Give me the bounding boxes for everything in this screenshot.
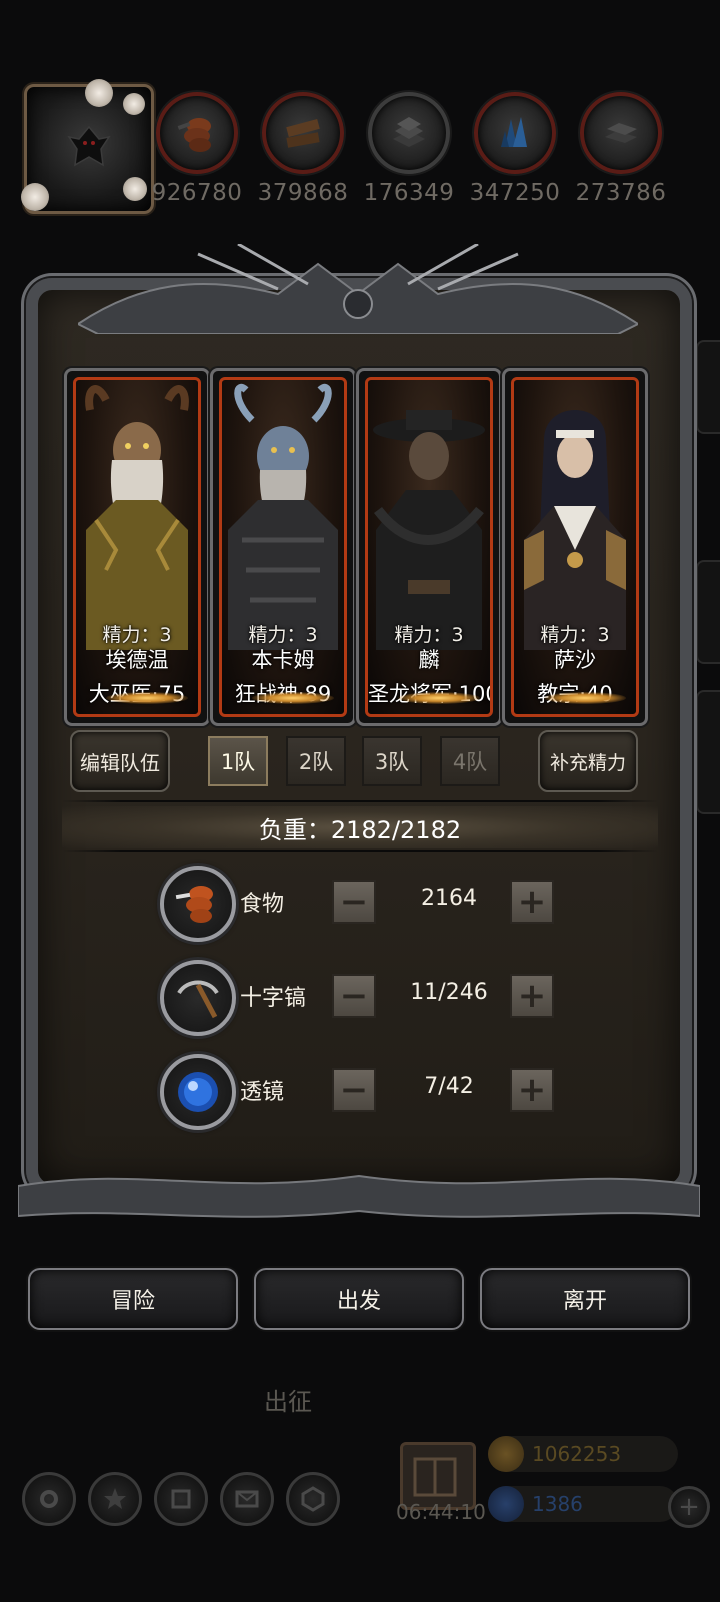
tab-team-1[interactable]: 1队 [208, 736, 268, 786]
horned-warrior-portrait [228, 384, 338, 650]
wood-resource[interactable]: 379868 [248, 92, 358, 206]
hero-glow [252, 692, 334, 704]
tab-team-3[interactable]: 3队 [362, 736, 422, 786]
food-label: 食物 [240, 892, 285, 917]
food-value: 926780 [151, 180, 243, 206]
stone-resource[interactable]: 176349 [354, 92, 464, 206]
hero-energy: 精力：3 [248, 624, 318, 646]
hero-energy: 精力：3 [394, 624, 464, 646]
tab-team-4[interactable]: 4队 [440, 736, 500, 786]
general-portrait [373, 410, 485, 650]
wood-plank-icon [262, 92, 344, 174]
food-increase-button[interactable]: + [510, 880, 554, 924]
gold-currency: 1062253 [488, 1436, 678, 1472]
lens-label: 透镜 [240, 1080, 285, 1105]
crystal-icon [474, 92, 556, 174]
crystal-value: 347250 [469, 180, 561, 206]
leave-button[interactable]: 离开 [480, 1268, 690, 1330]
raven-emblem-icon [67, 125, 111, 167]
hexagon-emblem-icon[interactable] [286, 1472, 340, 1526]
pickaxe-increase-button[interactable]: + [510, 974, 554, 1018]
food-quantity: 2164 [421, 886, 477, 911]
hero-glow [106, 692, 188, 704]
blue-gem-icon [488, 1486, 524, 1522]
meat-icon [160, 866, 236, 942]
expedition-label: 出征 [264, 1388, 312, 1416]
pope-portrait [524, 410, 626, 650]
food-resource[interactable]: 926780 [142, 92, 252, 206]
plus-icon: + [678, 1492, 700, 1522]
wood-value: 379868 [257, 180, 349, 206]
gold-coin-icon [488, 1436, 524, 1472]
depart-button[interactable]: 出发 [254, 1268, 464, 1330]
event-timer: 06:44:10 [396, 1500, 486, 1524]
tab-team-2[interactable]: 2队 [286, 736, 346, 786]
guild-emblem-icon[interactable] [154, 1472, 208, 1526]
gem-currency: 1386 [488, 1486, 678, 1522]
add-currency-button[interactable]: + [668, 1486, 710, 1528]
crystal-resource[interactable]: 347250 [460, 92, 570, 206]
divider-bottom [62, 850, 658, 852]
meat-icon [156, 92, 238, 174]
refill-energy-button[interactable]: 补充精力 [538, 730, 638, 792]
iron-value: 273786 [575, 180, 667, 206]
hero-name: 萨沙 [554, 648, 596, 672]
lens-decrease-button[interactable]: − [332, 1068, 376, 1112]
player-avatar[interactable] [21, 79, 154, 214]
divider-top [62, 800, 658, 802]
hero-card-2[interactable]: 精力：3 本卡姆 狂战神·89 [210, 368, 356, 726]
stone-value: 176349 [363, 180, 455, 206]
hero-card-4[interactable]: 精力：3 萨沙 教宗·40 [502, 368, 648, 726]
food-decrease-button[interactable]: − [332, 880, 376, 924]
adventure-button[interactable]: 冒险 [28, 1268, 238, 1330]
panel-bottom-ornament [18, 1174, 700, 1218]
hero-glow [398, 692, 480, 704]
lens-increase-button[interactable]: + [510, 1068, 554, 1112]
star-emblem-icon[interactable] [88, 1472, 142, 1526]
lens-quantity: 7/42 [424, 1074, 474, 1099]
pickaxe-icon [160, 960, 236, 1036]
gem-amount: 1386 [532, 1492, 583, 1516]
hero-glow [544, 692, 626, 704]
pickaxe-quantity: 11/246 [410, 980, 488, 1005]
dragon-crest-ornament [78, 244, 638, 334]
iron-ingot-icon [580, 92, 662, 174]
stone-slab-icon [368, 92, 450, 174]
hero-name: 麟 [418, 648, 440, 672]
mail-icon[interactable] [220, 1472, 274, 1526]
load-capacity: 负重：2182/2182 [62, 806, 658, 848]
hero-energy: 精力：3 [102, 624, 172, 646]
pickaxe-decrease-button[interactable]: − [332, 974, 376, 1018]
gold-amount: 1062253 [532, 1442, 622, 1466]
hero-name: 本卡姆 [251, 648, 315, 672]
blue-lens-icon [160, 1054, 236, 1130]
hero-name: 埃德温 [105, 648, 169, 672]
hero-energy: 精力：3 [540, 624, 610, 646]
druid-portrait [85, 385, 189, 650]
pickaxe-label: 十字镐 [240, 986, 307, 1011]
settings-gear-icon[interactable] [22, 1472, 76, 1526]
iron-resource[interactable]: 273786 [566, 92, 676, 206]
hero-card-3[interactable]: 精力：3 麟 圣龙将军·100 [356, 368, 502, 726]
edit-team-button[interactable]: 编辑队伍 [70, 730, 170, 792]
hero-card-1[interactable]: 精力：3 埃德温 大巫医·75 [64, 368, 210, 726]
